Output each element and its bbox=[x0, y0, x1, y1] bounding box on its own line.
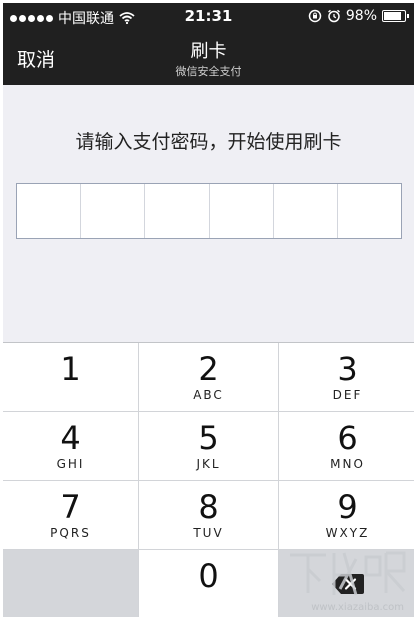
key-letters: WXYZ bbox=[325, 526, 370, 540]
key-digit: 2 bbox=[198, 350, 219, 388]
status-right: 98% bbox=[308, 8, 409, 24]
key-8[interactable]: 8 TUV bbox=[139, 481, 278, 549]
numeric-keypad: 1 2 ABC 3 DEF 4 GHI 5 JKL 6 MNO 7 PQRS 8 bbox=[3, 342, 414, 617]
key-5[interactable]: 5 JKL bbox=[139, 412, 278, 480]
password-digit-cell bbox=[145, 184, 210, 238]
key-letters: PQRS bbox=[50, 526, 91, 540]
password-digit-cell bbox=[210, 184, 274, 238]
key-digit: 8 bbox=[198, 488, 219, 526]
key-blank bbox=[3, 550, 138, 617]
key-letters: TUV bbox=[193, 526, 224, 540]
key-letters: ABC bbox=[193, 388, 224, 402]
password-prompt: 请输入支付密码，开始使用刷卡 bbox=[75, 131, 342, 153]
key-6[interactable]: 6 MNO bbox=[279, 412, 414, 480]
key-letters: DEF bbox=[332, 388, 363, 402]
key-9[interactable]: 9 WXYZ bbox=[279, 481, 414, 549]
alarm-icon bbox=[327, 9, 340, 23]
key-digit: 7 bbox=[60, 488, 81, 526]
key-digit: 3 bbox=[337, 350, 358, 388]
password-digit-cell bbox=[17, 184, 82, 238]
password-digit-cell bbox=[274, 184, 338, 238]
key-letters: JKL bbox=[196, 457, 221, 471]
key-digit: 5 bbox=[198, 419, 219, 457]
key-1[interactable]: 1 bbox=[3, 343, 138, 411]
key-digit: 0 bbox=[198, 557, 219, 595]
backspace-icon bbox=[331, 574, 364, 594]
watermark-text: www.xiazaiba.com bbox=[311, 602, 404, 613]
key-0[interactable]: 0 bbox=[139, 550, 278, 617]
password-digit-cell bbox=[81, 184, 146, 238]
key-7[interactable]: 7 PQRS bbox=[3, 481, 138, 549]
nav-bar: 取消 刷卡 微信安全支付 bbox=[3, 29, 414, 85]
key-letters: MNO bbox=[330, 457, 365, 471]
page-title: 刷卡 bbox=[190, 41, 227, 62]
key-letters: GHI bbox=[56, 457, 85, 471]
screen: 中国联通 21:31 98% 取消 刷卡 微信安全支付 请输入支付密码，开始使用… bbox=[3, 3, 414, 617]
key-digit: 9 bbox=[337, 488, 358, 526]
key-3[interactable]: 3 DEF bbox=[279, 343, 414, 411]
key-digit: 4 bbox=[60, 419, 81, 457]
password-digit-cell bbox=[338, 184, 401, 238]
key-digit: 6 bbox=[337, 419, 358, 457]
page-subtitle: 微信安全支付 bbox=[175, 65, 242, 78]
key-digit: 1 bbox=[60, 350, 81, 388]
key-2[interactable]: 2 ABC bbox=[139, 343, 278, 411]
password-input[interactable] bbox=[16, 183, 402, 239]
battery-icon bbox=[382, 10, 409, 22]
status-bar: 中国联通 21:31 98% bbox=[3, 3, 414, 29]
key-4[interactable]: 4 GHI bbox=[3, 412, 138, 480]
rotation-lock-icon bbox=[308, 9, 322, 23]
battery-percent: 98% bbox=[345, 8, 377, 24]
